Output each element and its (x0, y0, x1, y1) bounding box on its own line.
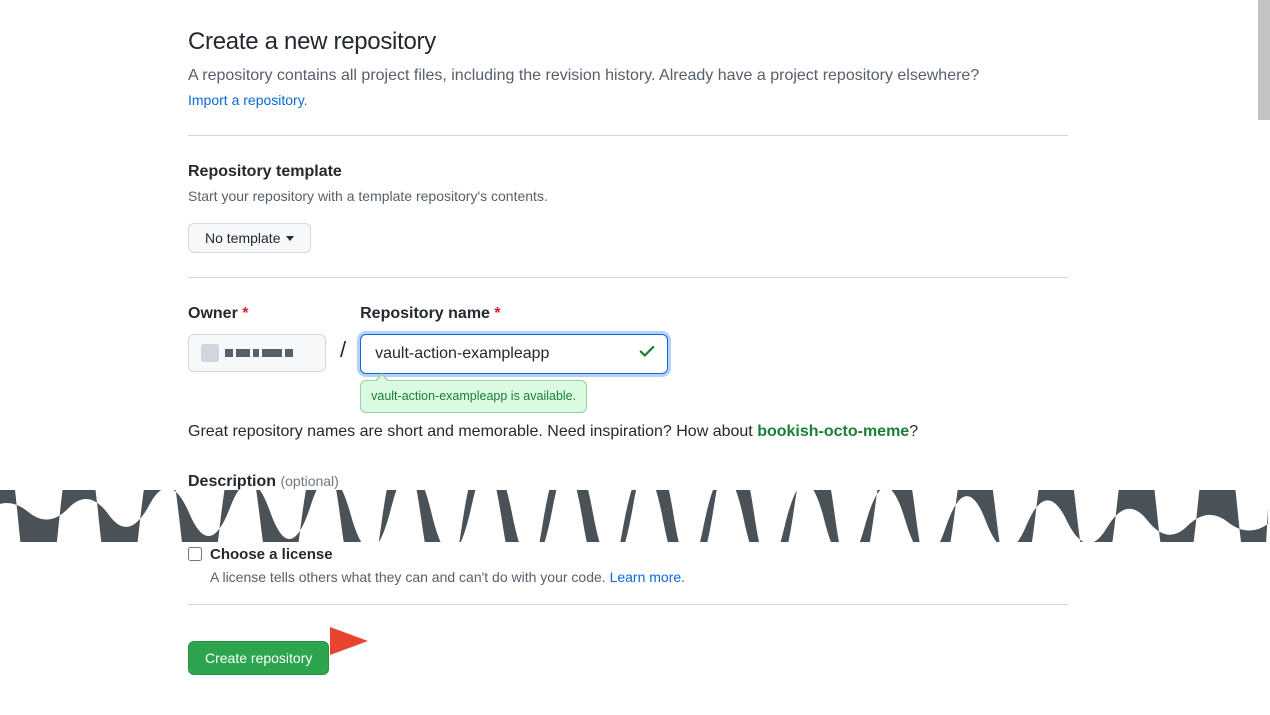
import-repository-link[interactable]: Import a repository. (188, 92, 308, 108)
template-dropdown-label: No template (205, 230, 280, 246)
owner-dropdown[interactable] (188, 334, 326, 372)
availability-tooltip: vault-action-exampleapp is available. (360, 380, 587, 413)
required-asterisk: * (242, 305, 248, 322)
required-asterisk: * (494, 305, 500, 322)
page-subhead: A repository contains all project files,… (188, 64, 1068, 88)
repo-name-label: Repository name * (360, 302, 668, 326)
check-icon (638, 342, 656, 366)
path-separator: / (340, 305, 346, 374)
divider (188, 604, 1068, 605)
owner-name-placeholder (225, 349, 293, 357)
template-section-note: Start your repository with a template re… (188, 186, 1068, 207)
suggested-name-link[interactable]: bookish-octo-meme (757, 423, 909, 440)
chevron-down-icon (286, 236, 294, 241)
license-learn-more-link[interactable]: Learn more. (610, 569, 685, 585)
create-repository-button[interactable]: Create repository (188, 641, 329, 675)
page-title: Create a new repository (188, 24, 1068, 60)
divider (188, 277, 1068, 278)
repo-name-input[interactable] (360, 334, 668, 374)
torn-edge-decoration (0, 490, 1268, 542)
name-suggestion-text: Great repository names are short and mem… (188, 420, 1068, 444)
avatar (201, 344, 219, 362)
optional-hint: (optional) (280, 473, 338, 489)
choose-license-checkbox[interactable] (188, 547, 202, 561)
license-title: Choose a license (210, 544, 685, 567)
scrollbar[interactable] (1258, 0, 1270, 120)
owner-label: Owner * (188, 302, 326, 326)
divider (188, 135, 1068, 136)
license-note: A license tells others what they can and… (210, 567, 685, 588)
template-section-title: Repository template (188, 160, 1068, 184)
template-dropdown[interactable]: No template (188, 223, 311, 253)
